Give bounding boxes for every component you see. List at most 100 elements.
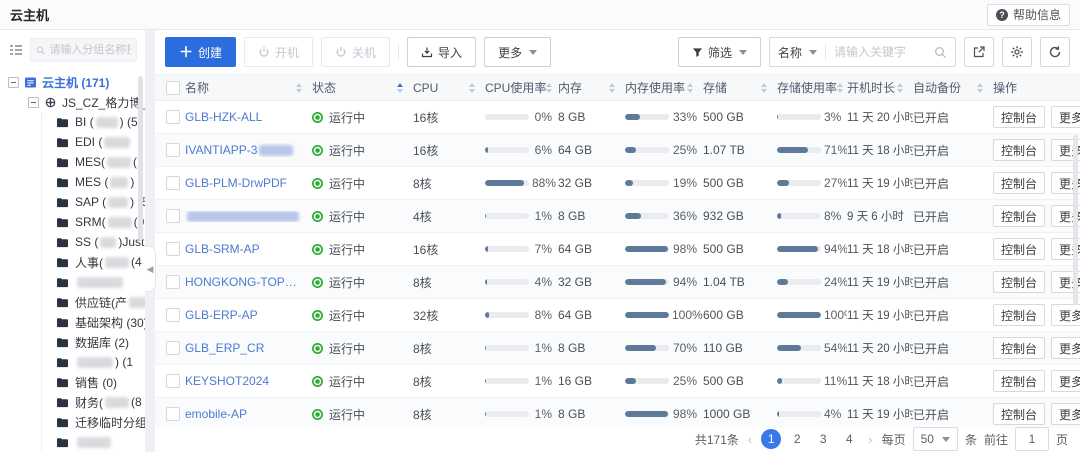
- sort-icon[interactable]: [469, 83, 475, 93]
- vm-name-link[interactable]: GLB-ERP-AP: [185, 308, 258, 322]
- row-checkbox[interactable]: [166, 143, 180, 157]
- auto-backup-cell: 已开启: [913, 340, 993, 357]
- row-more-button[interactable]: 更多: [1051, 370, 1080, 392]
- tree-item-group[interactable]: BI () (5: [42, 112, 145, 132]
- row-checkbox[interactable]: [166, 176, 180, 190]
- row-checkbox[interactable]: [166, 341, 180, 355]
- goto-page-input[interactable]: [1015, 427, 1049, 451]
- tree-item-group[interactable]: ) (1: [42, 352, 145, 372]
- sort-icon[interactable]: [609, 83, 615, 93]
- page-number[interactable]: 2: [787, 429, 807, 449]
- usage-bar: [485, 345, 529, 351]
- create-button[interactable]: ＋ 创建: [165, 37, 236, 67]
- tree-item-group[interactable]: 财务((8: [42, 392, 145, 412]
- tree-item-group[interactable]: 供应链(产: [42, 292, 145, 312]
- row-checkbox[interactable]: [166, 374, 180, 388]
- tree-item-zone[interactable]: JS_CZ_格力博_AZ1 (: [28, 92, 145, 112]
- vm-name-link[interactable]: emobile-AP: [185, 407, 247, 421]
- usage-bar-fill: [485, 246, 488, 252]
- search-icon[interactable]: [934, 46, 947, 59]
- row-checkbox[interactable]: [166, 242, 180, 256]
- tree-item-group[interactable]: 基础架构 (30): [42, 312, 145, 332]
- vm-name-link[interactable]: GLB-HZK-ALL: [185, 110, 262, 124]
- console-button[interactable]: 控制台: [993, 205, 1045, 227]
- group-search-input[interactable]: [49, 44, 131, 56]
- sort-icon[interactable]: [837, 83, 843, 93]
- vm-name-link[interactable]: GLB-SRM-AP: [185, 242, 260, 256]
- console-button[interactable]: 控制台: [993, 304, 1045, 326]
- power-on-button[interactable]: 开机: [244, 37, 313, 67]
- row-checkbox[interactable]: [166, 407, 180, 421]
- chevron-down-icon: [739, 50, 747, 55]
- table-scrollbar[interactable]: [1073, 135, 1078, 305]
- total-count: 共171条: [695, 431, 739, 448]
- vm-name-link[interactable]: KEYSHOT2024: [185, 374, 269, 388]
- export-button[interactable]: [964, 37, 994, 67]
- tree-item-group[interactable]: 数据库 (2): [42, 332, 145, 352]
- sort-icon[interactable]: [897, 83, 903, 93]
- settings-button[interactable]: [1002, 37, 1032, 67]
- row-checkbox[interactable]: [166, 209, 180, 223]
- tree-item-group[interactable]: SS ()Justi: [42, 232, 145, 252]
- row-more-button[interactable]: 更多: [1051, 403, 1080, 425]
- tree-item-group[interactable]: EDI (: [42, 132, 145, 152]
- tree-item-group[interactable]: 销售 (0): [42, 372, 145, 392]
- import-button[interactable]: 导入: [407, 37, 476, 67]
- tree-item-root[interactable]: 云主机 (171): [8, 72, 145, 92]
- tree-item-group[interactable]: MES () (: [42, 172, 145, 192]
- tree-item-group[interactable]: [42, 432, 145, 452]
- collapse-toggle-icon[interactable]: [28, 97, 39, 108]
- group-search-box[interactable]: [30, 38, 137, 62]
- next-page-icon[interactable]: ›: [866, 432, 874, 447]
- folder-icon: [56, 376, 69, 389]
- sort-icon[interactable]: [977, 83, 983, 93]
- row-more-button[interactable]: 更多: [1051, 304, 1080, 326]
- tree-item-group[interactable]: [42, 272, 145, 292]
- tree-item-group[interactable]: 人事((4: [42, 252, 145, 272]
- search-field-select[interactable]: 名称: [770, 44, 825, 61]
- refresh-button[interactable]: [1040, 37, 1070, 67]
- sort-icon[interactable]: [397, 83, 403, 93]
- vm-name-link[interactable]: GLB-PLM-DrwPDF: [185, 176, 287, 190]
- page-number[interactable]: 4: [839, 429, 859, 449]
- tree-item-group[interactable]: SAP () (5: [42, 192, 145, 212]
- sort-icon[interactable]: [761, 83, 767, 93]
- console-button[interactable]: 控制台: [993, 271, 1045, 293]
- vm-name-link[interactable]: HONGKONG-TOPGP-APDB: [185, 275, 306, 289]
- tree-item-group[interactable]: MES((1: [42, 152, 145, 172]
- tree-list-icon[interactable]: [8, 42, 24, 58]
- sidebar-collapse-handle[interactable]: ◀: [145, 246, 156, 292]
- sort-icon[interactable]: [546, 83, 552, 93]
- page-size-select[interactable]: 50: [913, 427, 958, 451]
- row-checkbox[interactable]: [166, 308, 180, 322]
- console-button[interactable]: 控制台: [993, 106, 1045, 128]
- prev-page-icon[interactable]: ‹: [746, 432, 754, 447]
- row-more-button[interactable]: 更多: [1051, 337, 1080, 359]
- page-number[interactable]: 1: [761, 429, 781, 449]
- power-off-button[interactable]: 关机: [321, 37, 390, 67]
- sidebar-scrollbar[interactable]: [138, 76, 143, 241]
- console-button[interactable]: 控制台: [993, 238, 1045, 260]
- console-button[interactable]: 控制台: [993, 337, 1045, 359]
- help-button[interactable]: ? 帮助信息: [987, 4, 1070, 26]
- keyword-search-input[interactable]: [826, 45, 934, 59]
- row-checkbox[interactable]: [166, 275, 180, 289]
- tree-item-group[interactable]: 迁移临时分组 (: [42, 412, 145, 432]
- console-button[interactable]: 控制台: [993, 172, 1045, 194]
- page-number[interactable]: 3: [813, 429, 833, 449]
- row-checkbox[interactable]: [166, 110, 180, 124]
- vm-name-link[interactable]: IVANTIAPP-3: [185, 143, 257, 157]
- more-button[interactable]: 更多: [484, 37, 551, 67]
- sort-icon[interactable]: [296, 83, 302, 93]
- console-button[interactable]: 控制台: [993, 139, 1045, 161]
- chevron-down-icon: [809, 50, 817, 55]
- select-all-checkbox[interactable]: [166, 81, 180, 95]
- filter-button[interactable]: 筛选: [678, 37, 761, 67]
- console-button[interactable]: 控制台: [993, 403, 1045, 425]
- vm-name-link[interactable]: GLB_ERP_CR: [185, 341, 264, 355]
- sort-icon[interactable]: [687, 83, 693, 93]
- collapse-toggle-icon[interactable]: [8, 77, 19, 88]
- row-more-button[interactable]: 更多: [1051, 106, 1080, 128]
- tree-item-group[interactable]: SRM((0: [42, 212, 145, 232]
- console-button[interactable]: 控制台: [993, 370, 1045, 392]
